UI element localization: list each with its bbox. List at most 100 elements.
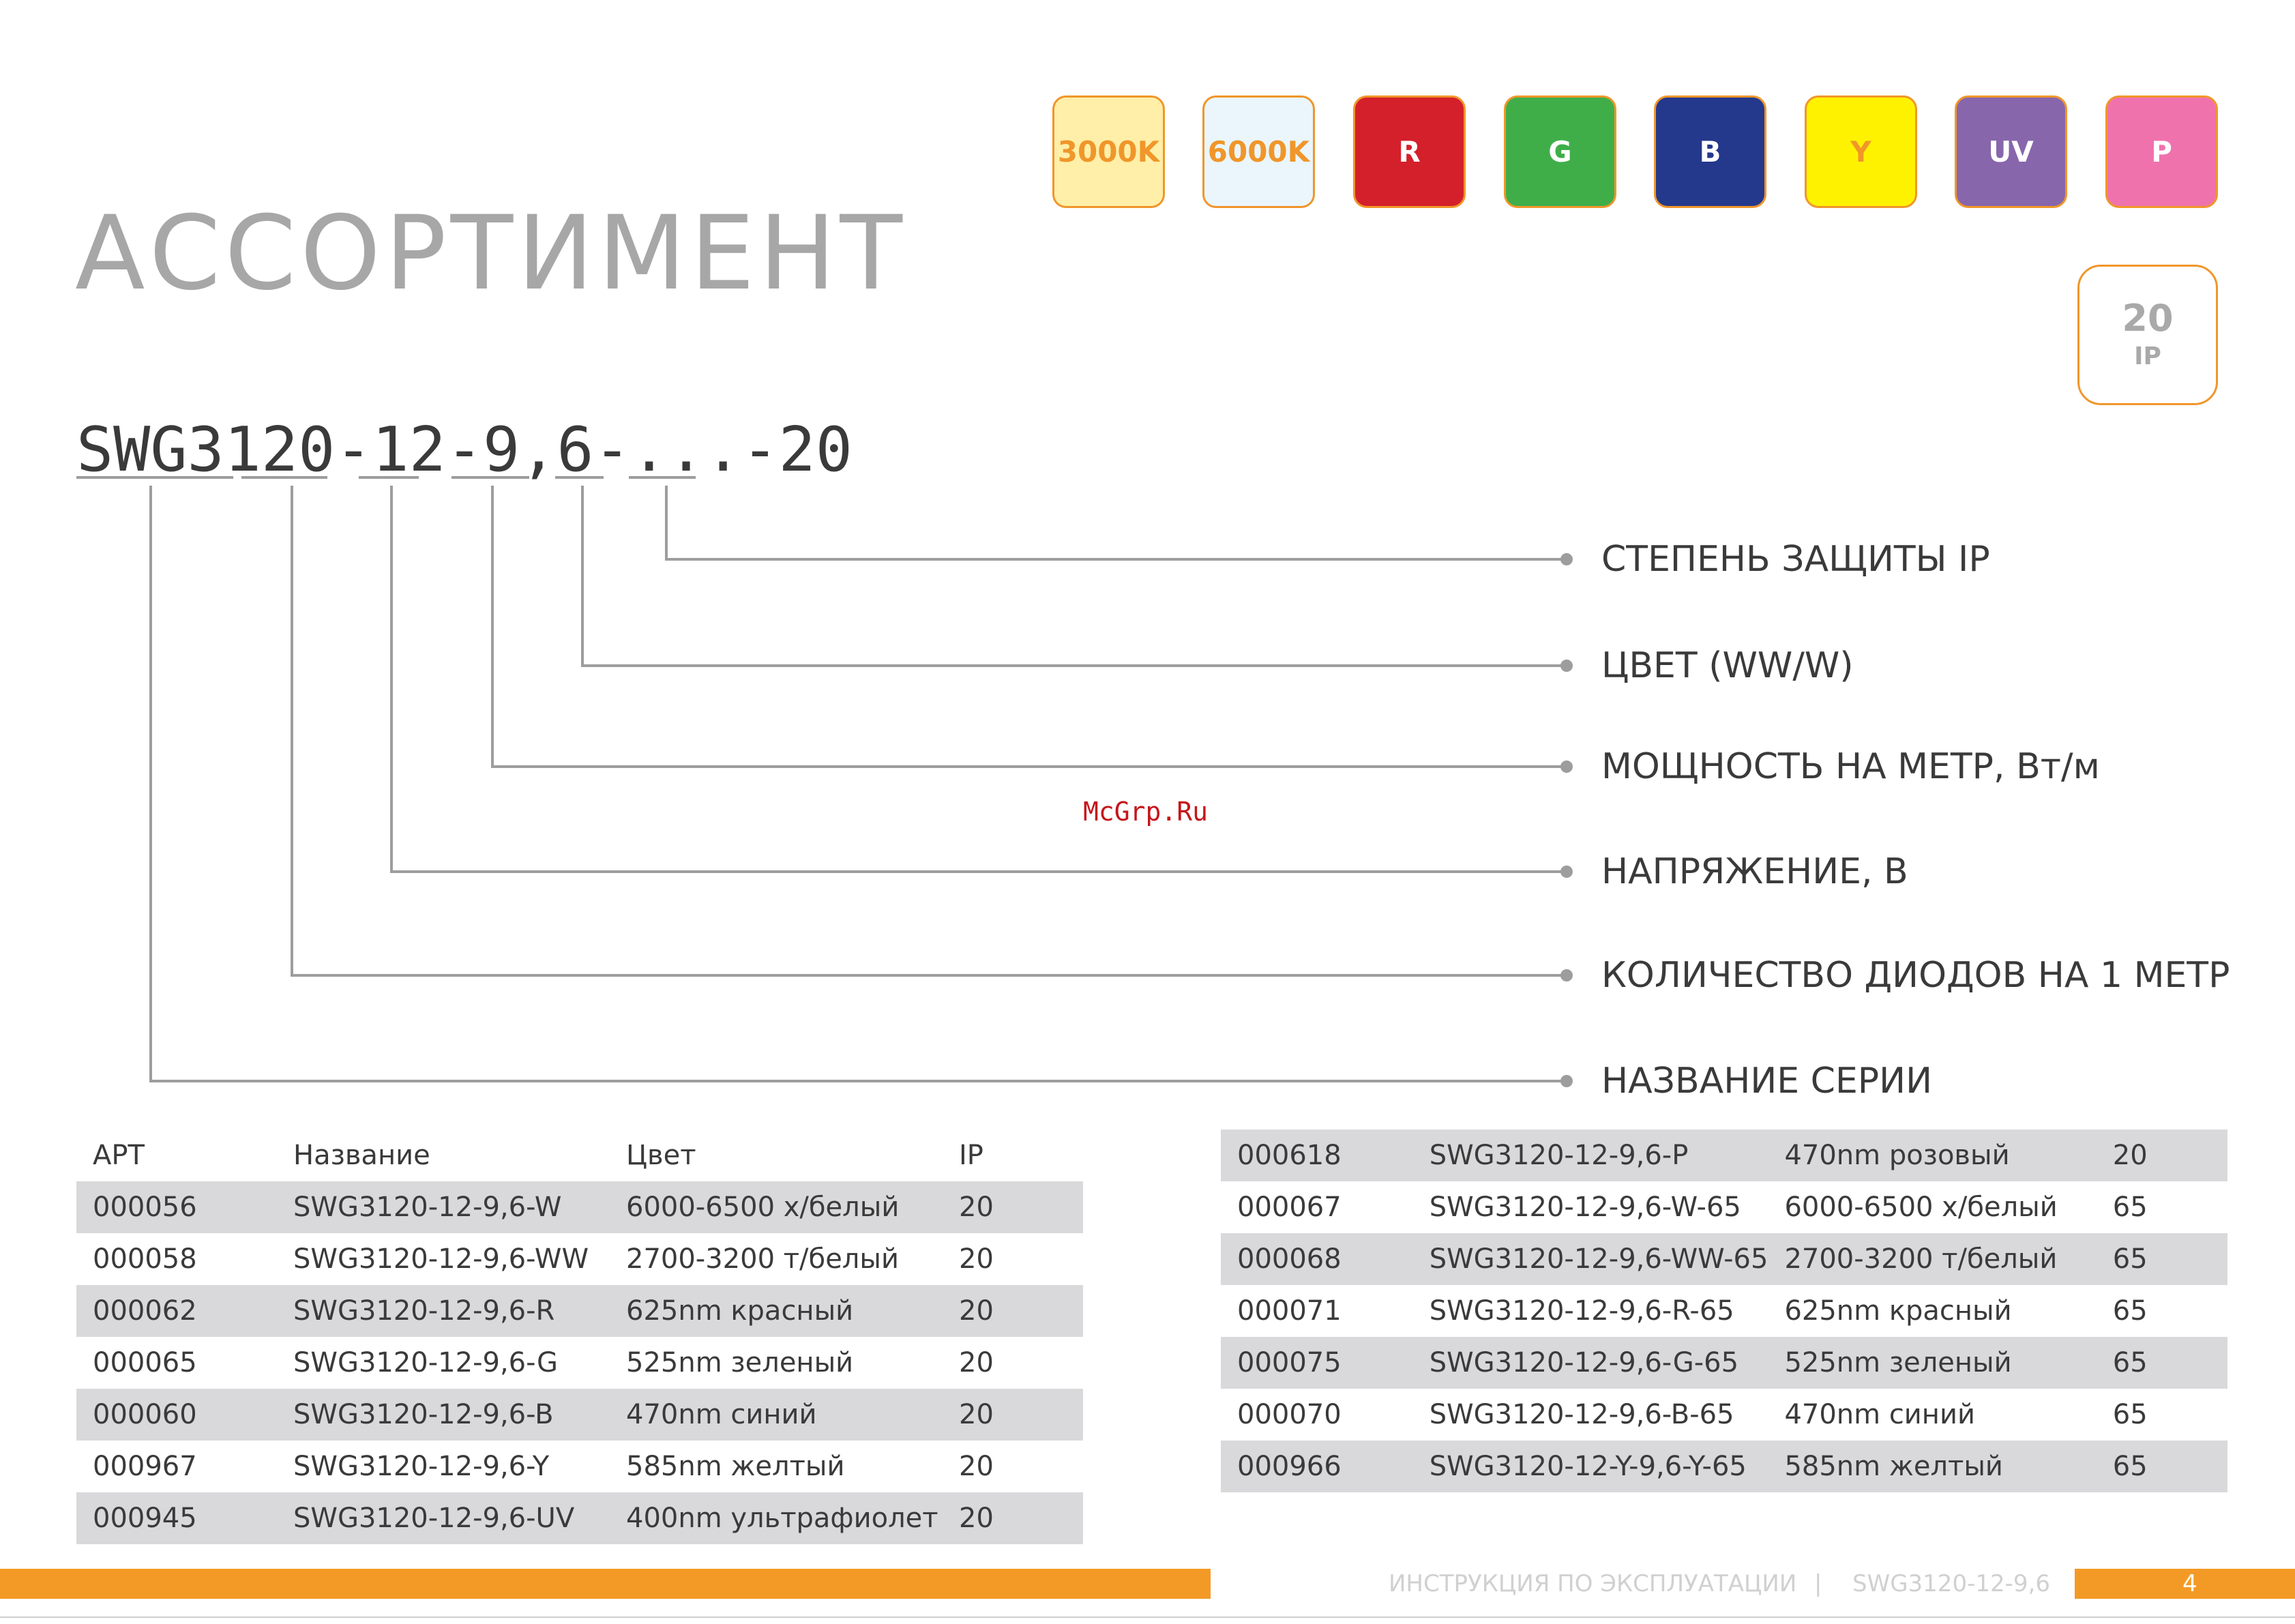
cell-art: 000071 — [1237, 1295, 1342, 1327]
footer-separator: | — [1814, 1570, 1822, 1597]
table-header-row: АРТ Название Цвет IP — [76, 1130, 1083, 1181]
cell-ip: 20 — [959, 1451, 994, 1482]
dot-color — [1560, 660, 1573, 672]
cell-name: SWG3120-12-9,6-B-65 — [1429, 1399, 1734, 1430]
badge-r: R — [1353, 95, 1466, 208]
table-row: 000060 SWG3120-12-9,6-B 470nm синий 20 — [76, 1389, 1083, 1441]
cell-art: 000068 — [1221, 1233, 1413, 1285]
cell-color: 625nm красный — [610, 1285, 943, 1337]
cell-art: 000945 — [76, 1492, 277, 1544]
cell-art: 000062 — [76, 1285, 277, 1337]
connector-ip — [665, 486, 1567, 561]
cell-ip: 20 — [943, 1492, 1083, 1544]
legend-series: НАЗВАНИЕ СЕРИИ — [1601, 1061, 1932, 1102]
badge-b: B — [1654, 95, 1766, 208]
table-row: 000966 SWG3120-12-Y-9,6-Y-65 585nm желты… — [1221, 1441, 2227, 1492]
cell-ip: 65 — [2112, 1399, 2148, 1430]
cell-art: 000060 — [76, 1389, 277, 1441]
badge-6000k: 6000K — [1202, 95, 1315, 208]
cell-color: 2700-3200 т/белый — [626, 1243, 899, 1275]
legend-power: МОЩНОСТЬ НА МЕТР, Вт/м — [1601, 746, 2100, 787]
cell-name: SWG3120-12-9,6-B — [277, 1389, 610, 1441]
legend-ip: СТЕПЕНЬ ЗАЩИТЫ IP — [1601, 539, 1990, 580]
cell-ip: 65 — [2096, 1337, 2227, 1389]
ip-label: IP — [2134, 342, 2161, 370]
table-row: 000071 SWG3120-12-9,6-R-65 625nm красный… — [1221, 1285, 2227, 1337]
cell-color: 525nm зеленый — [626, 1347, 854, 1378]
badge-label: P — [2151, 135, 2172, 168]
footer-doc-title: ИНСТРУКЦИЯ ПО ЭКСПЛУАТАЦИИ — [1389, 1570, 1797, 1597]
dot-series — [1560, 1075, 1573, 1087]
table-row: 000067 SWG3120-12-9,6-W-65 6000-6500 х/б… — [1221, 1181, 2227, 1233]
badge-label: 3000K — [1057, 135, 1160, 168]
legend-color: ЦВЕТ (WW/W) — [1601, 645, 1854, 686]
ip-value: 20 — [2122, 297, 2174, 340]
cell-name: SWG3120-12-9,6-R — [277, 1285, 610, 1337]
cell-ip: 65 — [2096, 1233, 2227, 1285]
cell-ip: 20 — [959, 1347, 994, 1378]
cell-art: 000058 — [93, 1243, 197, 1275]
connector-diodes — [291, 486, 1567, 977]
table-row: 000062 SWG3120-12-9,6-R 625nm красный 20 — [76, 1285, 1083, 1337]
badge-label: R — [1398, 135, 1421, 168]
cell-color: 6000-6500 х/белый — [610, 1181, 943, 1233]
cell-ip: 20 — [943, 1285, 1083, 1337]
cell-name: SWG3120-12-9,6-Y — [293, 1451, 550, 1482]
cell-art: 000065 — [93, 1347, 197, 1378]
cell-color: 585nm желтый — [626, 1451, 845, 1482]
badge-y: Y — [1805, 95, 1917, 208]
cell-name: SWG3120-12-9,6-W-65 — [1429, 1192, 1741, 1223]
header-name: Название — [293, 1140, 430, 1171]
dot-diodes — [1560, 969, 1573, 981]
connector-series — [149, 486, 1567, 1082]
table-row: 000058 SWG3120-12-9,6-WW 2700-3200 т/бел… — [76, 1233, 1083, 1285]
badge-3000k: 3000K — [1052, 95, 1165, 208]
cell-ip: 20 — [959, 1243, 994, 1275]
assortment-table-right: 000618 SWG3120-12-9,6-P 470nm розовый 20… — [1221, 1130, 2227, 1492]
cell-name: SWG3120-12-9,6-G-65 — [1412, 1337, 1768, 1389]
cell-ip: 20 — [2096, 1130, 2227, 1181]
dot-voltage — [1560, 866, 1573, 878]
table-row: 000056 SWG3120-12-9,6-W 6000-6500 х/белы… — [76, 1181, 1083, 1233]
cell-art: 000966 — [1221, 1441, 1413, 1492]
connector-color — [581, 486, 1567, 667]
cell-art: 000618 — [1221, 1130, 1413, 1181]
assortment-table-left: АРТ Название Цвет IP 000056 SWG3120-12-9… — [76, 1130, 1083, 1544]
footer-bar-left — [0, 1569, 1211, 1599]
cell-color: 2700-3200 т/белый — [1768, 1233, 2097, 1285]
header-ip: IP — [959, 1140, 983, 1171]
badge-label: G — [1548, 135, 1572, 168]
cell-art: 000056 — [76, 1181, 277, 1233]
table-row: 000068 SWG3120-12-9,6-WW-65 2700-3200 т/… — [1221, 1233, 2227, 1285]
page-title: АССОРТИМЕНТ — [75, 194, 907, 313]
cell-ip: 65 — [2112, 1295, 2148, 1327]
badge-label: 6000K — [1207, 135, 1310, 168]
ip-badge: 20 IP — [2077, 265, 2218, 405]
table-row: 000967 SWG3120-12-9,6-Y 585nm желтый 20 — [76, 1441, 1083, 1492]
dot-ip — [1560, 553, 1573, 565]
badge-p: P — [2105, 95, 2218, 208]
page-number: 4 — [2182, 1570, 2197, 1597]
cell-color: 525nm зеленый — [1768, 1337, 2097, 1389]
cell-name: SWG3120-12-9,6-R-65 — [1429, 1295, 1734, 1327]
cell-art: 000967 — [93, 1451, 197, 1482]
cell-ip: 20 — [943, 1389, 1083, 1441]
badge-uv: UV — [1955, 95, 2067, 208]
cell-name: SWG3120-12-Y-9,6-Y-65 — [1412, 1441, 1768, 1492]
connector-voltage — [390, 486, 1567, 873]
dot-power — [1560, 761, 1573, 773]
table-row: 000075 SWG3120-12-9,6-G-65 525nm зеленый… — [1221, 1337, 2227, 1389]
cell-name: SWG3120-12-9,6-W — [277, 1181, 610, 1233]
cell-art: 000067 — [1237, 1192, 1342, 1223]
cell-name: SWG3120-12-9,6-WW-65 — [1412, 1233, 1768, 1285]
cell-color: 470nm синий — [1784, 1399, 1975, 1430]
cell-ip: 20 — [943, 1181, 1083, 1233]
footer-model: SWG3120-12-9,6 — [1852, 1570, 2050, 1597]
table-row: 000945 SWG3120-12-9,6-UV 400nm ультрафио… — [76, 1492, 1083, 1544]
connector-power — [491, 486, 1567, 768]
cell-ip: 65 — [2096, 1441, 2227, 1492]
legend-voltage: НАПРЯЖЕНИЕ, В — [1601, 851, 1908, 892]
cell-color: 625nm красный — [1784, 1295, 2012, 1327]
table-row: 000618 SWG3120-12-9,6-P 470nm розовый 20 — [1221, 1130, 2227, 1181]
badge-label: UV — [1988, 135, 2034, 168]
